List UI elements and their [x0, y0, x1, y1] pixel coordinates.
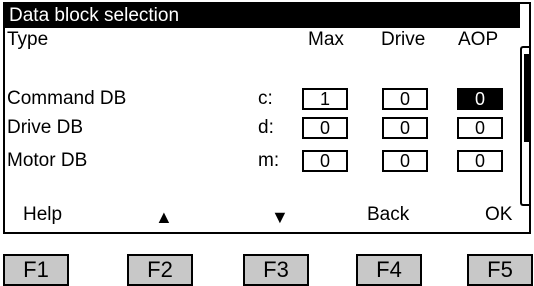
type-column-header: Type — [7, 29, 49, 50]
command-db-drive-field[interactable]: 0 — [382, 88, 428, 110]
f3-key[interactable]: F3 — [243, 254, 309, 286]
command-db-aop-field[interactable]: 0 — [457, 88, 503, 110]
drive-column-header: Drive — [381, 29, 426, 50]
motor-db-drive-field[interactable]: 0 — [382, 150, 428, 172]
row-code-drive-db: d: — [258, 117, 274, 138]
motor-db-aop-field[interactable]: 0 — [457, 150, 503, 172]
drive-db-drive-field[interactable]: 0 — [382, 117, 428, 139]
scrollbar[interactable] — [520, 46, 531, 206]
row-code-motor-db: m: — [258, 150, 280, 171]
f4-key[interactable]: F4 — [356, 254, 422, 286]
f2-key[interactable]: F2 — [127, 254, 193, 286]
command-db-max-field[interactable]: 1 — [302, 88, 348, 110]
screen-title: Data block selection — [5, 4, 520, 28]
scrollbar-thumb[interactable] — [524, 54, 529, 142]
row-label-command-db: Command DB — [7, 88, 127, 109]
row-label-motor-db: Motor DB — [7, 150, 88, 171]
row-label-drive-db: Drive DB — [7, 117, 84, 138]
f1-key[interactable]: F1 — [3, 254, 69, 286]
down-arrow-icon: ▼ — [271, 207, 289, 227]
up-arrow-icon: ▲ — [155, 207, 173, 227]
motor-db-max-field[interactable]: 0 — [302, 150, 348, 172]
row-code-command-db: c: — [258, 88, 273, 109]
aop-column-header: AOP — [458, 29, 499, 50]
drive-db-aop-field[interactable]: 0 — [457, 117, 503, 139]
lcd-screen: Data block selection Type Max Drive AOP … — [3, 2, 531, 234]
softkey-label-help: Help — [23, 204, 63, 225]
softkey-label-back: Back — [367, 204, 410, 225]
drive-db-max-field[interactable]: 0 — [302, 117, 348, 139]
f5-key[interactable]: F5 — [467, 254, 533, 286]
max-column-header: Max — [308, 29, 344, 50]
softkey-label-ok: OK — [485, 204, 513, 225]
